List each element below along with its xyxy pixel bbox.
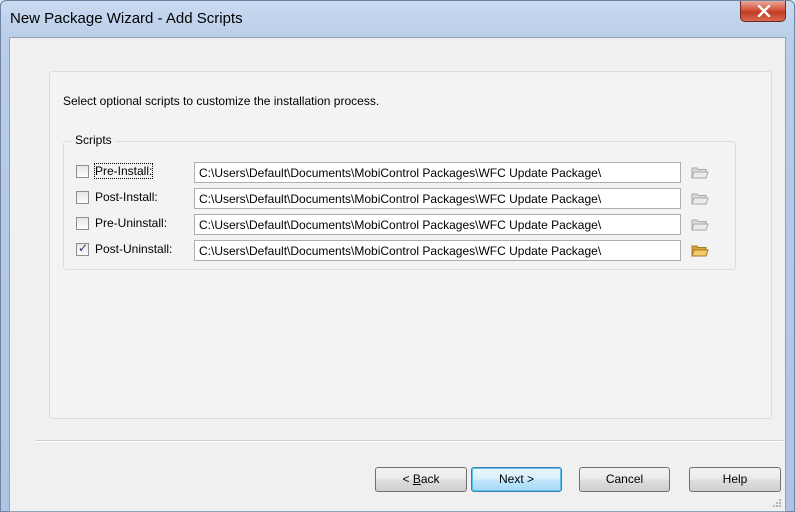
close-button[interactable]	[740, 1, 786, 22]
post-uninstall-path-field[interactable]: C:\Users\Default\Documents\MobiControl P…	[194, 240, 681, 261]
title-bar[interactable]: New Package Wizard - Add Scripts	[1, 1, 794, 37]
pre-install-checkbox[interactable]	[76, 165, 89, 178]
footer-separator	[35, 440, 783, 442]
pre-uninstall-path-field[interactable]: C:\Users\Default\Documents\MobiControl P…	[194, 214, 681, 235]
back-button[interactable]: < Back	[375, 467, 467, 492]
resize-grip-icon[interactable]	[772, 498, 782, 508]
checkmark-icon: ✓	[78, 241, 89, 255]
scripts-group-label: Scripts	[72, 133, 115, 147]
pre-uninstall-checkbox[interactable]	[76, 217, 89, 230]
post-install-label[interactable]: Post-Install:	[95, 190, 158, 204]
folder-open-icon[interactable]	[691, 191, 709, 206]
post-uninstall-checkbox[interactable]: ✓	[76, 241, 89, 256]
scripts-group: Scripts Pre-Install: C:\Users\Default\Do…	[63, 133, 736, 270]
folder-open-icon[interactable]	[691, 165, 709, 180]
content-panel: Select optional scripts to customize the…	[49, 71, 772, 419]
script-row-pre-install: Pre-Install: C:\Users\Default\Documents\…	[76, 162, 736, 183]
post-install-path-field[interactable]: C:\Users\Default\Documents\MobiControl P…	[194, 188, 681, 209]
cancel-button[interactable]: Cancel	[579, 467, 670, 492]
post-install-checkbox[interactable]	[76, 191, 89, 204]
pre-uninstall-label[interactable]: Pre-Uninstall:	[95, 216, 167, 230]
close-icon	[757, 5, 771, 17]
help-button[interactable]: Help	[689, 467, 781, 492]
script-row-post-uninstall: ✓ Post-Uninstall: C:\Users\Default\Docum…	[76, 240, 736, 261]
instruction-text: Select optional scripts to customize the…	[63, 94, 380, 108]
window-title: New Package Wizard - Add Scripts	[10, 10, 243, 27]
dialog-client-area: Select optional scripts to customize the…	[9, 37, 786, 512]
pre-install-label[interactable]: Pre-Install:	[93, 163, 154, 179]
wizard-window: New Package Wizard - Add Scripts Select …	[0, 0, 795, 512]
next-button[interactable]: Next >	[471, 467, 562, 492]
script-row-pre-uninstall: Pre-Uninstall: C:\Users\Default\Document…	[76, 214, 736, 235]
post-uninstall-label[interactable]: Post-Uninstall:	[95, 242, 172, 256]
script-row-post-install: Post-Install: C:\Users\Default\Documents…	[76, 188, 736, 209]
pre-install-path-field[interactable]: C:\Users\Default\Documents\MobiControl P…	[194, 162, 681, 183]
folder-open-icon[interactable]	[691, 243, 709, 258]
folder-open-icon[interactable]	[691, 217, 709, 232]
